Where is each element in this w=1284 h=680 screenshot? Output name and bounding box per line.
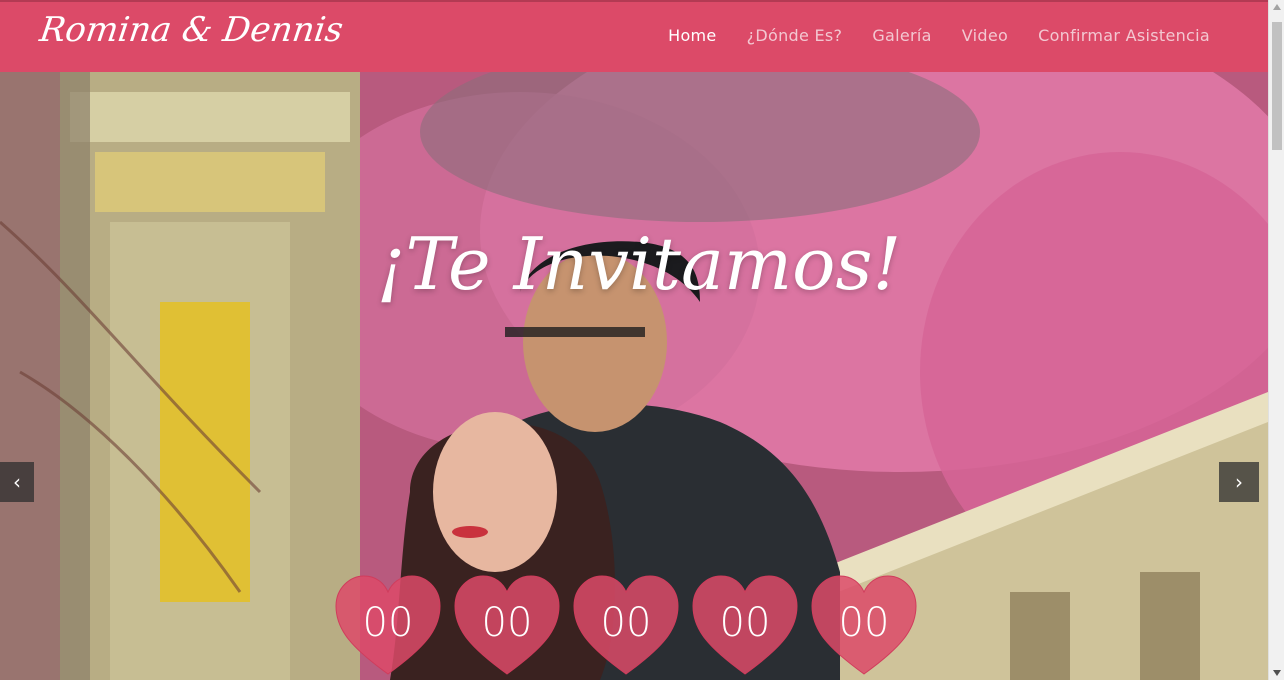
countdown-heart: 00	[334, 574, 442, 678]
hero-carousel: ¡Te Invitamos! ‹ › 00 00 00 00 00	[0, 72, 1268, 680]
main-nav: Home ¿Dónde Es? Galería Video Confirmar …	[668, 26, 1210, 45]
countdown-value: 00	[481, 600, 533, 646]
nav-item-video[interactable]: Video	[962, 26, 1008, 45]
countdown-heart: 00	[810, 574, 918, 678]
page-scrollbar[interactable]	[1268, 0, 1284, 680]
nav-item-home[interactable]: Home	[668, 26, 716, 45]
scroll-down-icon[interactable]	[1273, 670, 1281, 676]
hero-title: ¡Te Invitamos!	[376, 222, 902, 306]
carousel-next-button[interactable]: ›	[1219, 462, 1259, 502]
countdown-value: 00	[838, 600, 890, 646]
nav-item-confirmar-asistencia[interactable]: Confirmar Asistencia	[1038, 26, 1210, 45]
brand-logo[interactable]: Romina & Dennis	[37, 10, 345, 50]
countdown-timer: 00 00 00 00 00	[334, 574, 918, 678]
carousel-prev-button[interactable]: ‹	[0, 462, 34, 502]
countdown-heart: 00	[453, 574, 561, 678]
countdown-value: 00	[719, 600, 771, 646]
nav-item-galeria[interactable]: Galería	[872, 26, 931, 45]
top-navbar: Romina & Dennis Home ¿Dónde Es? Galería …	[0, 0, 1268, 72]
countdown-value: 00	[600, 600, 652, 646]
countdown-heart: 00	[691, 574, 799, 678]
nav-item-donde-es[interactable]: ¿Dónde Es?	[747, 26, 843, 45]
chevron-left-icon: ‹	[13, 470, 21, 494]
chevron-right-icon: ›	[1235, 470, 1243, 494]
scrollbar-thumb[interactable]	[1272, 22, 1282, 150]
countdown-value: 00	[362, 600, 414, 646]
scroll-up-icon[interactable]	[1273, 4, 1281, 10]
countdown-heart: 00	[572, 574, 680, 678]
